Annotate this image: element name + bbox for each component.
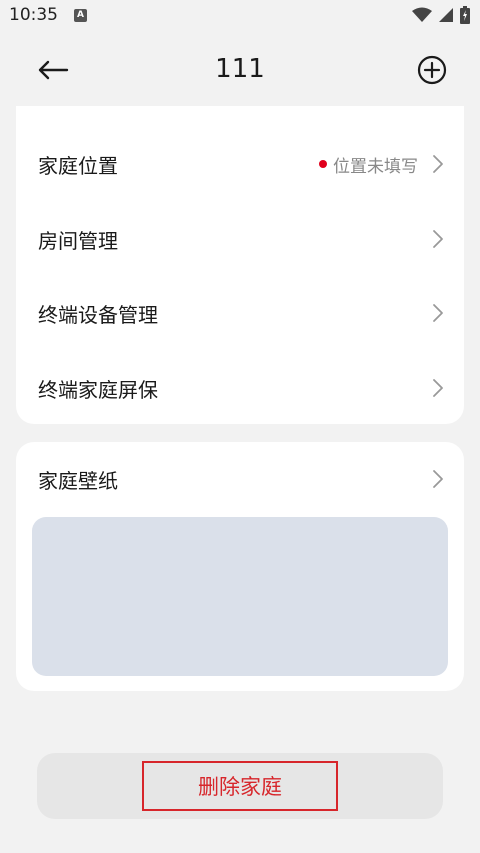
location-status: 位置未填写 bbox=[319, 152, 418, 177]
chevron-right-icon bbox=[433, 470, 443, 488]
chevron-right-icon bbox=[433, 379, 443, 397]
row-label: 终端设备管理 bbox=[38, 302, 158, 327]
row-room-management[interactable]: 房间管理 bbox=[16, 202, 464, 276]
chevron-right-icon bbox=[433, 304, 443, 322]
status-time: 10:35 bbox=[9, 5, 58, 25]
status-dot-icon bbox=[319, 160, 327, 168]
delete-family-button[interactable]: 删除家庭 bbox=[37, 753, 443, 819]
location-status-text: 位置未填写 bbox=[333, 156, 418, 177]
status-bar: 10:35 A bbox=[0, 0, 480, 32]
wallpaper-card: 家庭壁纸 bbox=[16, 442, 464, 691]
wifi-icon bbox=[412, 7, 432, 22]
row-label: 房间管理 bbox=[38, 228, 118, 253]
add-button[interactable] bbox=[414, 52, 450, 88]
row-home-location[interactable]: 家庭位置 位置未填写 bbox=[16, 127, 464, 201]
row-label: 家庭位置 bbox=[38, 153, 118, 178]
delete-family-label: 删除家庭 bbox=[142, 761, 338, 811]
row-wallpaper[interactable]: 家庭壁纸 bbox=[16, 442, 464, 516]
chevron-right-icon bbox=[433, 230, 443, 248]
chevron-right-icon bbox=[433, 155, 443, 173]
add-circle-icon bbox=[417, 55, 447, 85]
row-device-management[interactable]: 终端设备管理 bbox=[16, 276, 464, 350]
wallpaper-preview[interactable] bbox=[32, 517, 448, 676]
row-label: 终端家庭屏保 bbox=[38, 377, 158, 402]
battery-icon bbox=[460, 6, 470, 24]
signal-icon bbox=[439, 8, 453, 22]
top-bar: 111 bbox=[0, 40, 480, 100]
notification-badge: A bbox=[74, 9, 87, 22]
row-label: 家庭壁纸 bbox=[38, 468, 118, 493]
row-screensaver[interactable]: 终端家庭屏保 bbox=[16, 351, 464, 425]
page-title: 111 bbox=[215, 54, 265, 84]
settings-card: 家庭位置 位置未填写 房间管理 终端设备管理 终端家庭屏保 bbox=[16, 106, 464, 424]
status-icons bbox=[412, 6, 470, 24]
